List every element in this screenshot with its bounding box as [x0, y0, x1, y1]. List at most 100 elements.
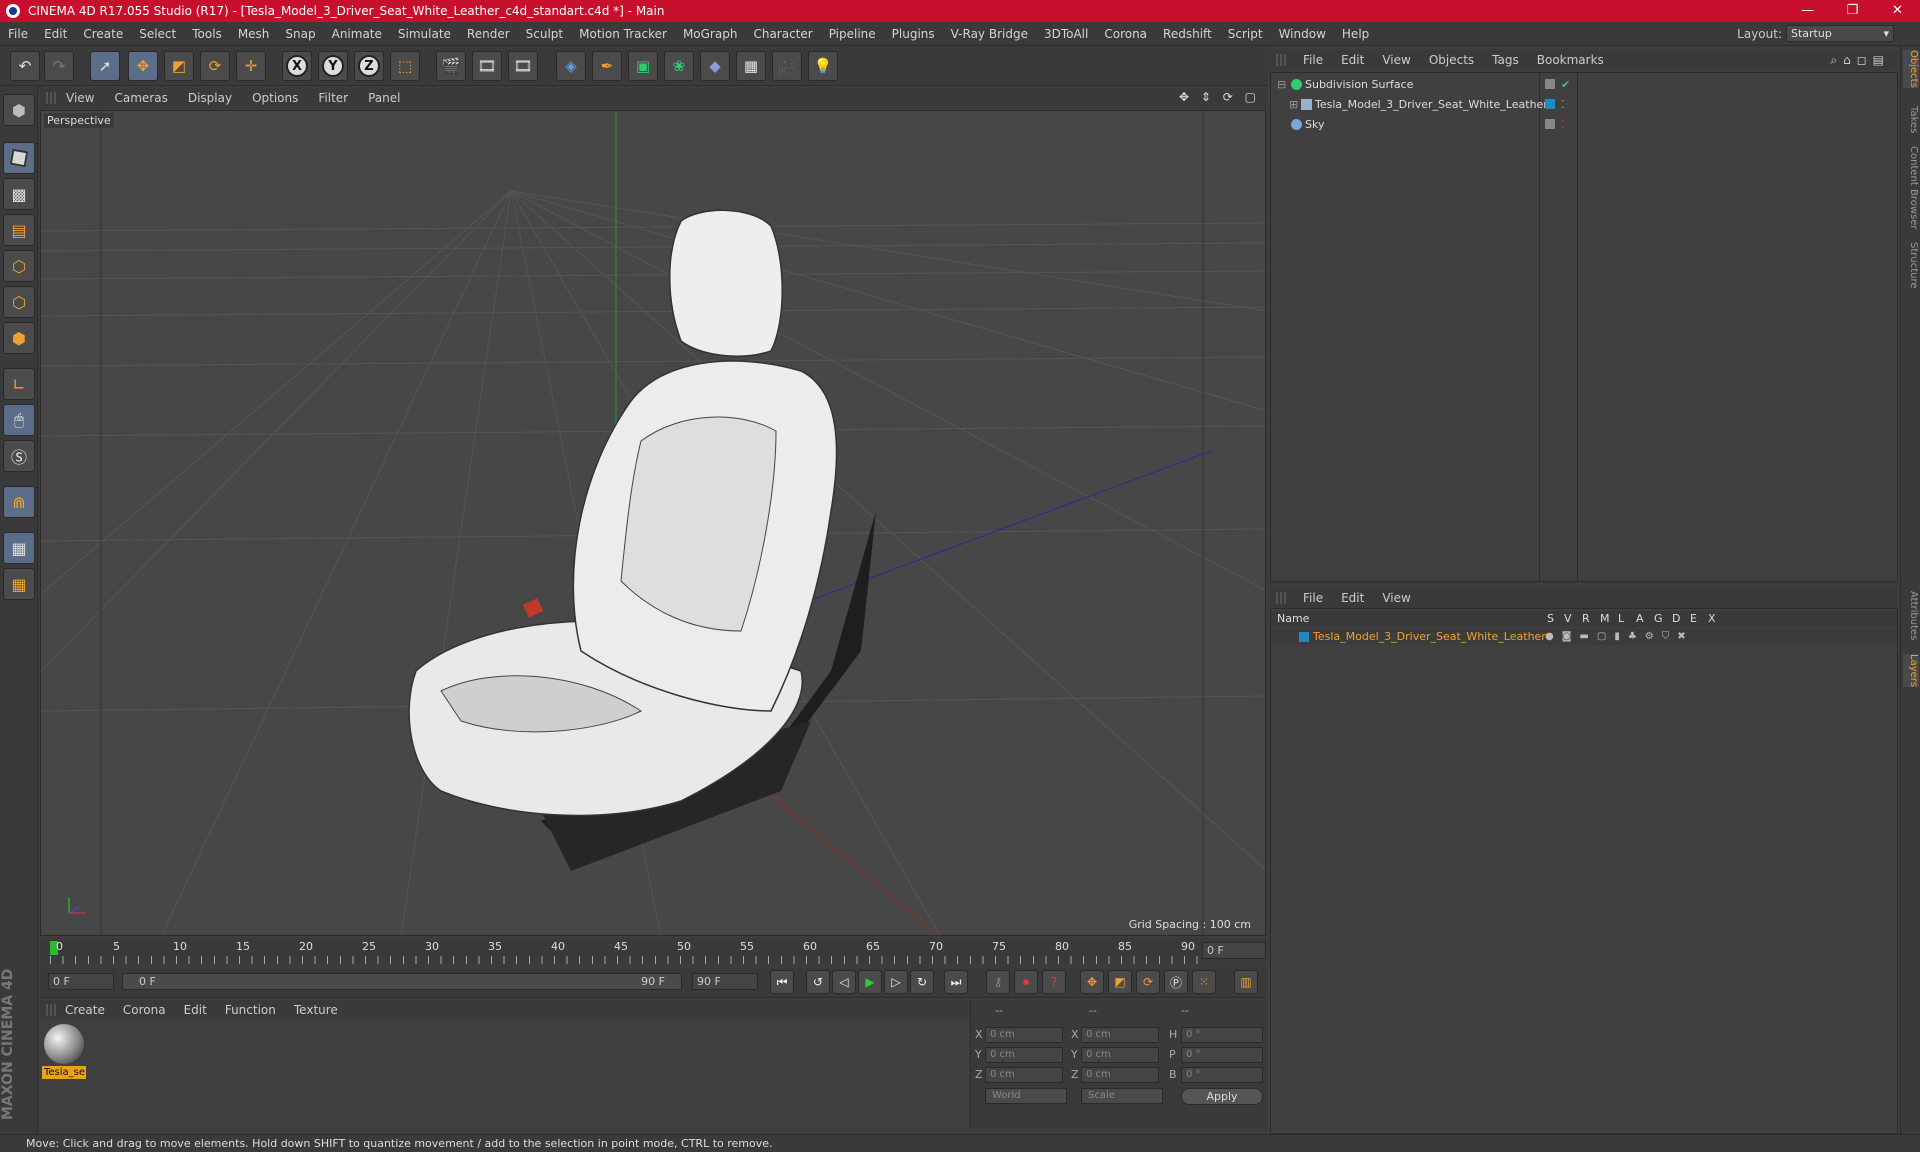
key-pla-button[interactable]: ⁙: [1192, 970, 1216, 994]
axis-mode-button[interactable]: ∟: [3, 368, 35, 400]
snapping-button[interactable]: ⋒: [3, 486, 35, 518]
pos-z-field[interactable]: 0 cm: [985, 1067, 1063, 1083]
y-axis-lock-button[interactable]: Y: [318, 51, 348, 81]
polygons-mode-button[interactable]: ⬢: [3, 322, 35, 354]
start-frame-field[interactable]: 0 F: [48, 973, 114, 990]
menu-snap[interactable]: Snap: [277, 22, 323, 46]
rot-b-field[interactable]: 0 °: [1181, 1067, 1263, 1083]
material-menu-corona[interactable]: Corona: [114, 1003, 175, 1017]
layer-col-manager[interactable]: M: [1600, 611, 1610, 627]
redo-button[interactable]: ↷: [44, 51, 74, 81]
workplane-align-button[interactable]: ▦: [3, 568, 35, 600]
menu-tools[interactable]: Tools: [184, 22, 230, 46]
texture-mode-button[interactable]: ▩: [3, 178, 35, 210]
render-picture-viewer-button[interactable]: 🎞: [472, 51, 502, 81]
viewport-camera-label[interactable]: Perspective: [44, 113, 114, 128]
objects-menu-bookmarks[interactable]: Bookmarks: [1528, 53, 1613, 67]
material-menu-function[interactable]: Function: [216, 1003, 285, 1017]
menu-plugins[interactable]: Plugins: [884, 22, 943, 46]
current-frame-field[interactable]: 0 F: [1202, 942, 1266, 959]
menu-mograph[interactable]: MoGraph: [675, 22, 746, 46]
render-view-button[interactable]: 🎬: [436, 51, 466, 81]
play-button[interactable]: ▶: [858, 970, 882, 994]
objects-menu-edit[interactable]: Edit: [1332, 53, 1373, 67]
scale-tool-button[interactable]: ◩: [164, 51, 194, 81]
grip-handle-icon[interactable]: [46, 1004, 56, 1016]
layer-col-view[interactable]: V: [1564, 611, 1572, 627]
transform-tool-button[interactable]: ✛: [236, 51, 266, 81]
grip-handle-icon[interactable]: [1276, 54, 1286, 66]
layers-menu-edit[interactable]: Edit: [1332, 591, 1373, 605]
cloner-button[interactable]: ❀: [664, 51, 694, 81]
enabled-check-icon[interactable]: ✔: [1561, 75, 1570, 94]
layer-col-expressions[interactable]: E: [1690, 611, 1697, 627]
end-frame-field[interactable]: 90 F: [692, 973, 758, 990]
apply-button[interactable]: Apply: [1181, 1088, 1263, 1105]
menu-select[interactable]: Select: [131, 22, 184, 46]
menu-mesh[interactable]: Mesh: [230, 22, 278, 46]
pos-x-field[interactable]: 0 cm: [985, 1027, 1063, 1043]
size-z-field[interactable]: 0 cm: [1081, 1067, 1159, 1083]
object-row[interactable]: Sky ⁚: [1271, 115, 1897, 134]
menu-edit[interactable]: Edit: [36, 22, 75, 46]
material-name-label[interactable]: Tesla_se: [42, 1066, 86, 1079]
z-axis-lock-button[interactable]: Z: [354, 51, 384, 81]
layer-row[interactable]: Tesla_Model_3_Driver_Seat_White_Leather …: [1271, 628, 1897, 645]
objects-menu-objects[interactable]: Objects: [1420, 53, 1483, 67]
workplane-mode-button[interactable]: ▤: [3, 214, 35, 246]
expand-icon[interactable]: ⊞: [1289, 95, 1298, 114]
material-menu-create[interactable]: Create: [56, 1003, 114, 1017]
collapse-icon[interactable]: ⊟: [1277, 75, 1286, 94]
tab-objects[interactable]: Objects: [1903, 50, 1919, 88]
layer-color-swatch[interactable]: [1299, 632, 1309, 642]
menu-file[interactable]: File: [0, 22, 36, 46]
viewport-navigation-icons[interactable]: ✥ ⇕ ⟳ ▢: [1179, 90, 1260, 104]
rot-h-field[interactable]: 0 °: [1181, 1027, 1263, 1043]
move-tool-button[interactable]: ✥: [128, 51, 158, 81]
undo-button[interactable]: ↶: [10, 51, 40, 81]
grip-handle-icon[interactable]: [1276, 592, 1286, 604]
previous-key-button[interactable]: ↺: [806, 970, 830, 994]
layer-col-xref[interactable]: X: [1708, 611, 1716, 627]
objects-menu-view[interactable]: View: [1373, 53, 1419, 67]
viewport-menu-filter[interactable]: Filter: [308, 91, 358, 105]
layer-col-deformers[interactable]: D: [1672, 611, 1680, 627]
x-axis-lock-button[interactable]: X: [282, 51, 312, 81]
object-row[interactable]: ⊟ Subdivision Surface ✔: [1271, 75, 1897, 94]
layer-name-header[interactable]: Name: [1277, 611, 1309, 627]
layer-toggle-icons[interactable]: ●◙▬▢▮♣⚙⛉✖: [1545, 628, 1694, 645]
material-menu-edit[interactable]: Edit: [175, 1003, 216, 1017]
subdivision-surface-button[interactable]: ▣: [628, 51, 658, 81]
viewport-menu-cameras[interactable]: Cameras: [104, 91, 177, 105]
deformer-button[interactable]: ◆: [700, 51, 730, 81]
layers-menu-file[interactable]: File: [1294, 591, 1332, 605]
layer-col-render[interactable]: R: [1582, 611, 1590, 627]
close-button[interactable]: ✕: [1875, 0, 1920, 22]
menu-redshift[interactable]: Redshift: [1155, 22, 1220, 46]
tweak-mode-button[interactable]: 🖱: [3, 404, 35, 436]
floor-button[interactable]: ▦: [736, 51, 766, 81]
grip-handle-icon[interactable]: [46, 92, 56, 104]
next-key-button[interactable]: ↻: [910, 970, 934, 994]
pos-y-field[interactable]: 0 cm: [985, 1047, 1063, 1063]
menu-window[interactable]: Window: [1271, 22, 1334, 46]
menu-simulate[interactable]: Simulate: [390, 22, 459, 46]
perspective-viewport[interactable]: Perspective Grid Spacing : 100 cm: [40, 110, 1266, 936]
next-frame-button[interactable]: ▷: [884, 970, 908, 994]
material-menu-texture[interactable]: Texture: [285, 1003, 347, 1017]
keyframe-selection-button[interactable]: ?: [1042, 970, 1066, 994]
objects-menu-tags[interactable]: Tags: [1483, 53, 1528, 67]
menu-3dtoall[interactable]: 3DToAll: [1036, 22, 1096, 46]
cube-object-button[interactable]: ◈: [556, 51, 586, 81]
edges-mode-button[interactable]: ⬡: [3, 286, 35, 318]
menu-character[interactable]: Character: [745, 22, 820, 46]
coordinate-system-button[interactable]: ⬚: [390, 51, 420, 81]
render-settings-button[interactable]: 🎞: [508, 51, 538, 81]
menu-help[interactable]: Help: [1334, 22, 1377, 46]
model-mode-button[interactable]: [3, 142, 35, 174]
object-manager-search-icons[interactable]: ⌕⌂◻▤: [1830, 53, 1890, 68]
menu-create[interactable]: Create: [75, 22, 131, 46]
previous-frame-button[interactable]: ◁: [832, 970, 856, 994]
goto-end-button[interactable]: ⏭: [944, 970, 968, 994]
layer-col-animation[interactable]: A: [1636, 611, 1644, 627]
